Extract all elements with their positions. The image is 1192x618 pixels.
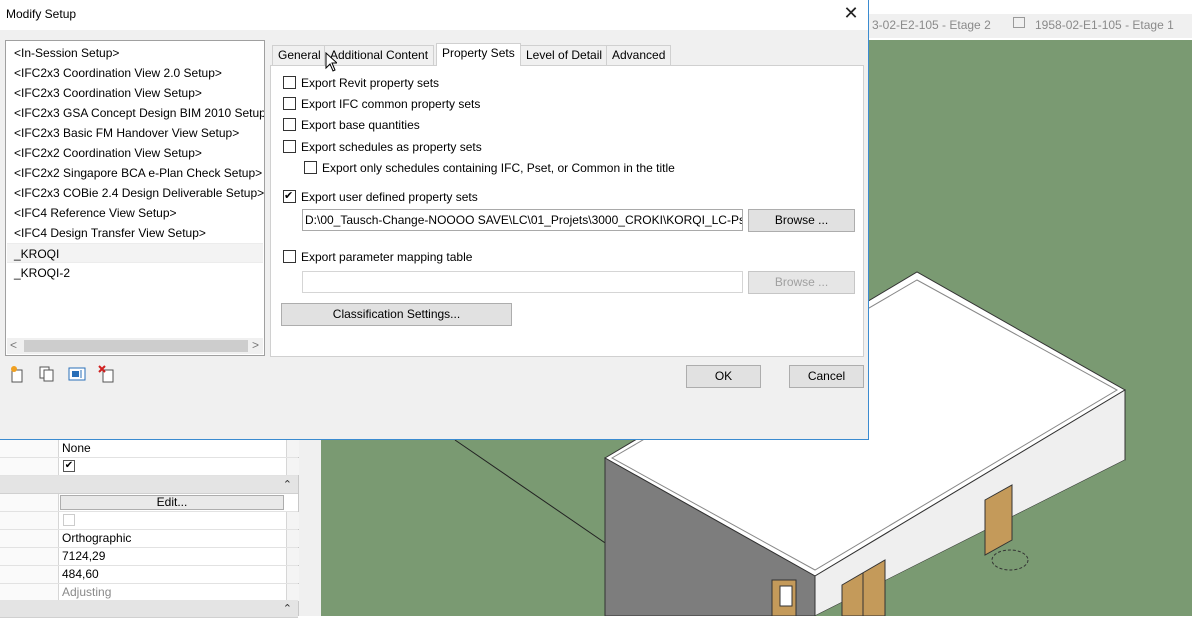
property-group-header[interactable]: ⌃ bbox=[0, 476, 298, 494]
property-checkbox[interactable]: ✔ bbox=[63, 460, 75, 472]
tab-general[interactable]: General bbox=[272, 45, 327, 65]
export-only-schedules-checkbox[interactable] bbox=[304, 161, 317, 174]
export-base-quantities-checkbox[interactable] bbox=[283, 118, 296, 131]
property-value[interactable]: 484,60 bbox=[62, 567, 99, 581]
property-row: ✔ bbox=[0, 458, 299, 476]
close-button[interactable]: ✕ bbox=[840, 3, 862, 25]
export-user-defined-checkbox[interactable] bbox=[283, 189, 296, 203]
setup-item[interactable]: <IFC2x3 COBie 2.4 Design Deliverable Set… bbox=[7, 183, 264, 203]
property-row: 7124,29 bbox=[0, 548, 299, 566]
view-tab-etage-1[interactable]: 1958-02-E1-105 - Etage 1 bbox=[1035, 18, 1174, 32]
scroll-left-icon[interactable]: < bbox=[10, 338, 17, 352]
tab-level-of-detail[interactable]: Level of Detail bbox=[520, 45, 609, 65]
export-base-quantities-label: Export base quantities bbox=[301, 118, 420, 132]
setup-item[interactable]: <IFC2x3 GSA Concept Design BIM 2010 Setu… bbox=[7, 103, 264, 123]
floor-plan-icon bbox=[1013, 17, 1025, 28]
setup-item[interactable]: <In-Session Setup> bbox=[7, 43, 263, 63]
panel-splitter[interactable] bbox=[298, 440, 321, 616]
setup-item[interactable]: <IFC2x3 Coordination View Setup> bbox=[7, 83, 263, 103]
modify-setup-dialog: Modify Setup ✕ <In-Session Setup> <IFC2x… bbox=[0, 0, 869, 440]
property-value: Adjusting bbox=[62, 585, 112, 599]
property-row: 484,60 bbox=[0, 566, 299, 584]
scrollbar-thumb[interactable] bbox=[24, 340, 248, 352]
property-row: Edit... bbox=[0, 494, 298, 512]
collapse-icon[interactable]: ⌃ bbox=[283, 478, 292, 491]
classification-settings-button[interactable]: Classification Settings... bbox=[281, 303, 512, 326]
export-schedules-checkbox[interactable] bbox=[283, 140, 296, 153]
setup-item[interactable]: <IFC2x3 Basic FM Handover View Setup> bbox=[7, 123, 263, 143]
property-row bbox=[0, 512, 299, 530]
property-value[interactable]: None bbox=[62, 441, 91, 455]
property-value[interactable]: 7124,29 bbox=[62, 549, 105, 563]
setup-item[interactable]: <IFC2x2 Coordination View Setup> bbox=[7, 143, 263, 163]
user-defined-path-field[interactable]: D:\00_Tausch-Change-NOOOO SAVE\LC\01_Pro… bbox=[302, 209, 743, 231]
export-only-schedules-label: Export only schedules containing IFC, Ps… bbox=[322, 161, 675, 175]
property-group-header[interactable]: ⌃ bbox=[0, 600, 298, 618]
title-bar[interactable]: Modify Setup ✕ bbox=[0, 0, 868, 30]
mapping-table-path-field[interactable] bbox=[302, 271, 743, 293]
setup-item[interactable]: <IFC4 Reference View Setup> bbox=[7, 203, 263, 223]
property-checkbox-disabled bbox=[63, 514, 75, 526]
export-schedules-label: Export schedules as property sets bbox=[301, 140, 482, 154]
tab-advanced[interactable]: Advanced bbox=[606, 45, 672, 65]
property-row: Orthographic bbox=[0, 530, 299, 548]
setup-item[interactable]: <IFC2x3 Coordination View 2.0 Setup> bbox=[7, 63, 263, 83]
export-mapping-table-checkbox[interactable] bbox=[283, 250, 296, 263]
setup-item[interactable]: <IFC4 Design Transfer View Setup> bbox=[7, 223, 263, 243]
setup-item-selected[interactable]: _KROQI bbox=[7, 243, 263, 263]
view-tab-etage-2[interactable]: 3-02-E2-105 - Etage 2 bbox=[872, 18, 991, 32]
export-user-defined-label: Export user defined property sets bbox=[301, 190, 478, 204]
property-row: None bbox=[0, 440, 299, 458]
setup-list[interactable]: <In-Session Setup> <IFC2x3 Coordination … bbox=[5, 40, 265, 356]
cancel-button[interactable]: Cancel bbox=[789, 365, 864, 388]
new-setup-icon[interactable] bbox=[9, 365, 27, 383]
export-ifc-common-label: Export IFC common property sets bbox=[301, 97, 481, 111]
duplicate-setup-icon[interactable] bbox=[38, 365, 56, 383]
projection-value[interactable]: Orthographic bbox=[62, 531, 131, 545]
browse-button-disabled: Browse ... bbox=[748, 271, 855, 294]
collapse-icon[interactable]: ⌃ bbox=[283, 602, 292, 615]
dialog-title: Modify Setup bbox=[6, 7, 77, 21]
ok-button[interactable]: OK bbox=[686, 365, 761, 388]
export-ifc-common-checkbox[interactable] bbox=[283, 97, 296, 110]
horizontal-scrollbar[interactable]: < > bbox=[7, 338, 263, 354]
export-revit-property-sets-label: Export Revit property sets bbox=[301, 76, 440, 90]
export-mapping-table-label: Export parameter mapping table bbox=[301, 250, 473, 264]
scroll-right-icon[interactable]: > bbox=[252, 338, 259, 352]
mouse-cursor-icon bbox=[325, 52, 337, 72]
export-revit-property-sets-checkbox[interactable] bbox=[283, 76, 296, 89]
edit-button[interactable]: Edit... bbox=[60, 495, 284, 510]
properties-panel: None ✔ ⌃ Edit... Orthographic 7124,29 48… bbox=[0, 440, 299, 618]
delete-setup-icon[interactable] bbox=[98, 365, 116, 383]
browse-button[interactable]: Browse ... bbox=[748, 209, 855, 232]
setup-item[interactable]: <IFC2x2 Singapore BCA e-Plan Check Setup… bbox=[7, 163, 263, 183]
tab-additional-content[interactable]: Additional Content bbox=[324, 45, 435, 65]
rename-setup-icon[interactable] bbox=[68, 365, 86, 383]
setup-item[interactable]: _KROQI-2 bbox=[7, 263, 263, 283]
tab-property-sets[interactable]: Property Sets bbox=[436, 43, 521, 66]
